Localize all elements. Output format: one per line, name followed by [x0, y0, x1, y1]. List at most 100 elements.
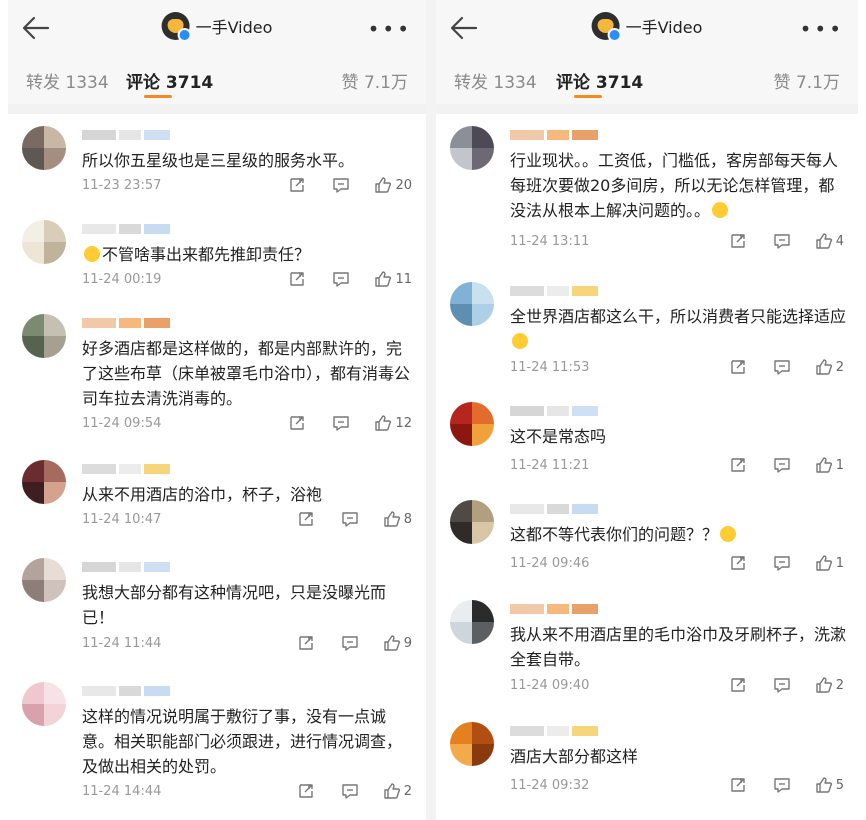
share-icon — [731, 678, 745, 692]
tab-likes[interactable]: 赞 7.1万 — [342, 68, 408, 93]
username-blurred[interactable] — [82, 464, 170, 474]
avatar[interactable] — [450, 722, 494, 766]
share-icon — [290, 178, 305, 192]
like-count: 5 — [835, 777, 844, 793]
reply-button[interactable] — [773, 776, 791, 794]
share-button[interactable] — [729, 456, 747, 474]
avatar[interactable] — [450, 282, 494, 326]
username-blurred[interactable] — [82, 224, 170, 234]
like-button[interactable]: 2 — [815, 358, 844, 376]
like-button[interactable]: 1 — [815, 456, 844, 474]
like-count: 2 — [403, 783, 412, 799]
like-button[interactable]: 5 — [815, 776, 844, 794]
reply-button[interactable] — [332, 270, 350, 288]
reply-button[interactable] — [332, 414, 350, 432]
avatar-tile — [450, 148, 472, 170]
avatar[interactable] — [22, 682, 66, 726]
username-blurred[interactable] — [510, 604, 598, 614]
tab-likes[interactable]: 赞 7.1万 — [774, 68, 840, 93]
avatar-tile — [472, 722, 494, 744]
reply-button[interactable] — [341, 782, 359, 800]
share-button[interactable] — [297, 782, 315, 800]
share-button[interactable] — [297, 510, 315, 528]
avatar[interactable] — [22, 460, 66, 504]
avatar[interactable] — [22, 220, 66, 264]
comment-actions: 12 — [288, 414, 412, 432]
like-count: 1 — [835, 457, 844, 473]
share-button[interactable] — [729, 232, 747, 250]
avatar-tile — [22, 314, 44, 336]
like-button[interactable]: 9 — [383, 634, 412, 652]
reply-button[interactable] — [773, 232, 791, 250]
reply-button[interactable] — [341, 510, 359, 528]
share-button[interactable] — [297, 634, 315, 652]
share-button[interactable] — [729, 676, 747, 694]
avatar-tile — [44, 460, 66, 482]
username-blurred[interactable] — [82, 562, 170, 572]
username-blurred[interactable] — [82, 130, 170, 140]
reply-button[interactable] — [332, 176, 350, 194]
avatar[interactable] — [450, 402, 494, 446]
like-button[interactable]: 2 — [383, 782, 412, 800]
avatar-tile — [22, 682, 44, 704]
like-button[interactable]: 8 — [383, 510, 412, 528]
username-blurred[interactable] — [510, 130, 598, 140]
back-arrow-icon[interactable] — [450, 16, 478, 40]
share-button[interactable] — [729, 358, 747, 376]
avatar[interactable] — [450, 500, 494, 544]
share-button[interactable] — [288, 270, 306, 288]
tab-comments[interactable]: 评论 3714 — [556, 68, 643, 93]
username-blurred[interactable] — [82, 318, 170, 328]
reply-icon — [774, 234, 790, 249]
avatar[interactable] — [450, 126, 494, 170]
back-arrow-icon[interactable] — [22, 16, 50, 40]
tab-repost[interactable]: 转发 1334 — [454, 68, 537, 93]
username-blurred[interactable] — [510, 504, 598, 514]
author-avatar[interactable] — [161, 12, 192, 42]
comment-text-content: 这不是常态吗 — [510, 427, 607, 446]
like-button[interactable]: 2 — [815, 676, 844, 694]
avatar[interactable] — [22, 314, 66, 358]
like-button[interactable]: 4 — [815, 232, 844, 250]
username-blurred[interactable] — [82, 686, 170, 696]
reply-icon — [774, 556, 790, 571]
like-button[interactable]: 11 — [374, 270, 412, 288]
author-avatar[interactable] — [591, 12, 622, 42]
username-blurred[interactable] — [510, 726, 598, 736]
author-header[interactable]: 一手Video — [161, 12, 272, 42]
username-blurred[interactable] — [510, 286, 598, 296]
comment-actions: 4 — [729, 232, 844, 250]
avatar-tile — [472, 522, 494, 544]
avatar-tile — [44, 220, 66, 242]
reply-button[interactable] — [773, 554, 791, 572]
avatar-tile — [22, 220, 44, 242]
like-button[interactable]: 20 — [374, 176, 412, 194]
avatar-tile — [472, 622, 494, 644]
share-button[interactable] — [288, 176, 306, 194]
tab-repost[interactable]: 转发 1334 — [26, 68, 109, 93]
avatar-tile — [472, 424, 494, 446]
share-button[interactable] — [729, 554, 747, 572]
reply-button[interactable] — [773, 676, 791, 694]
avatar[interactable] — [22, 558, 66, 602]
reply-button[interactable] — [341, 634, 359, 652]
avatar[interactable] — [22, 126, 66, 170]
more-dots-icon[interactable]: ••• — [800, 17, 844, 41]
author-header[interactable]: 一手Video — [591, 12, 702, 42]
like-button[interactable]: 1 — [815, 554, 844, 572]
more-dots-icon[interactable]: ••• — [368, 17, 412, 41]
comment-time: 11-24 11:53 — [510, 360, 590, 375]
share-icon — [290, 272, 305, 286]
username-blurred[interactable] — [510, 406, 598, 416]
share-button[interactable] — [729, 776, 747, 794]
reply-button[interactable] — [773, 358, 791, 376]
tab-comments[interactable]: 评论 3714 — [126, 68, 213, 93]
share-button[interactable] — [288, 414, 306, 432]
comment-actions: 8 — [297, 510, 412, 528]
reply-icon — [342, 784, 358, 799]
like-count: 1 — [835, 555, 844, 571]
like-button[interactable]: 12 — [374, 414, 412, 432]
avatar-tile — [44, 704, 66, 726]
reply-button[interactable] — [773, 456, 791, 474]
avatar[interactable] — [450, 600, 494, 644]
